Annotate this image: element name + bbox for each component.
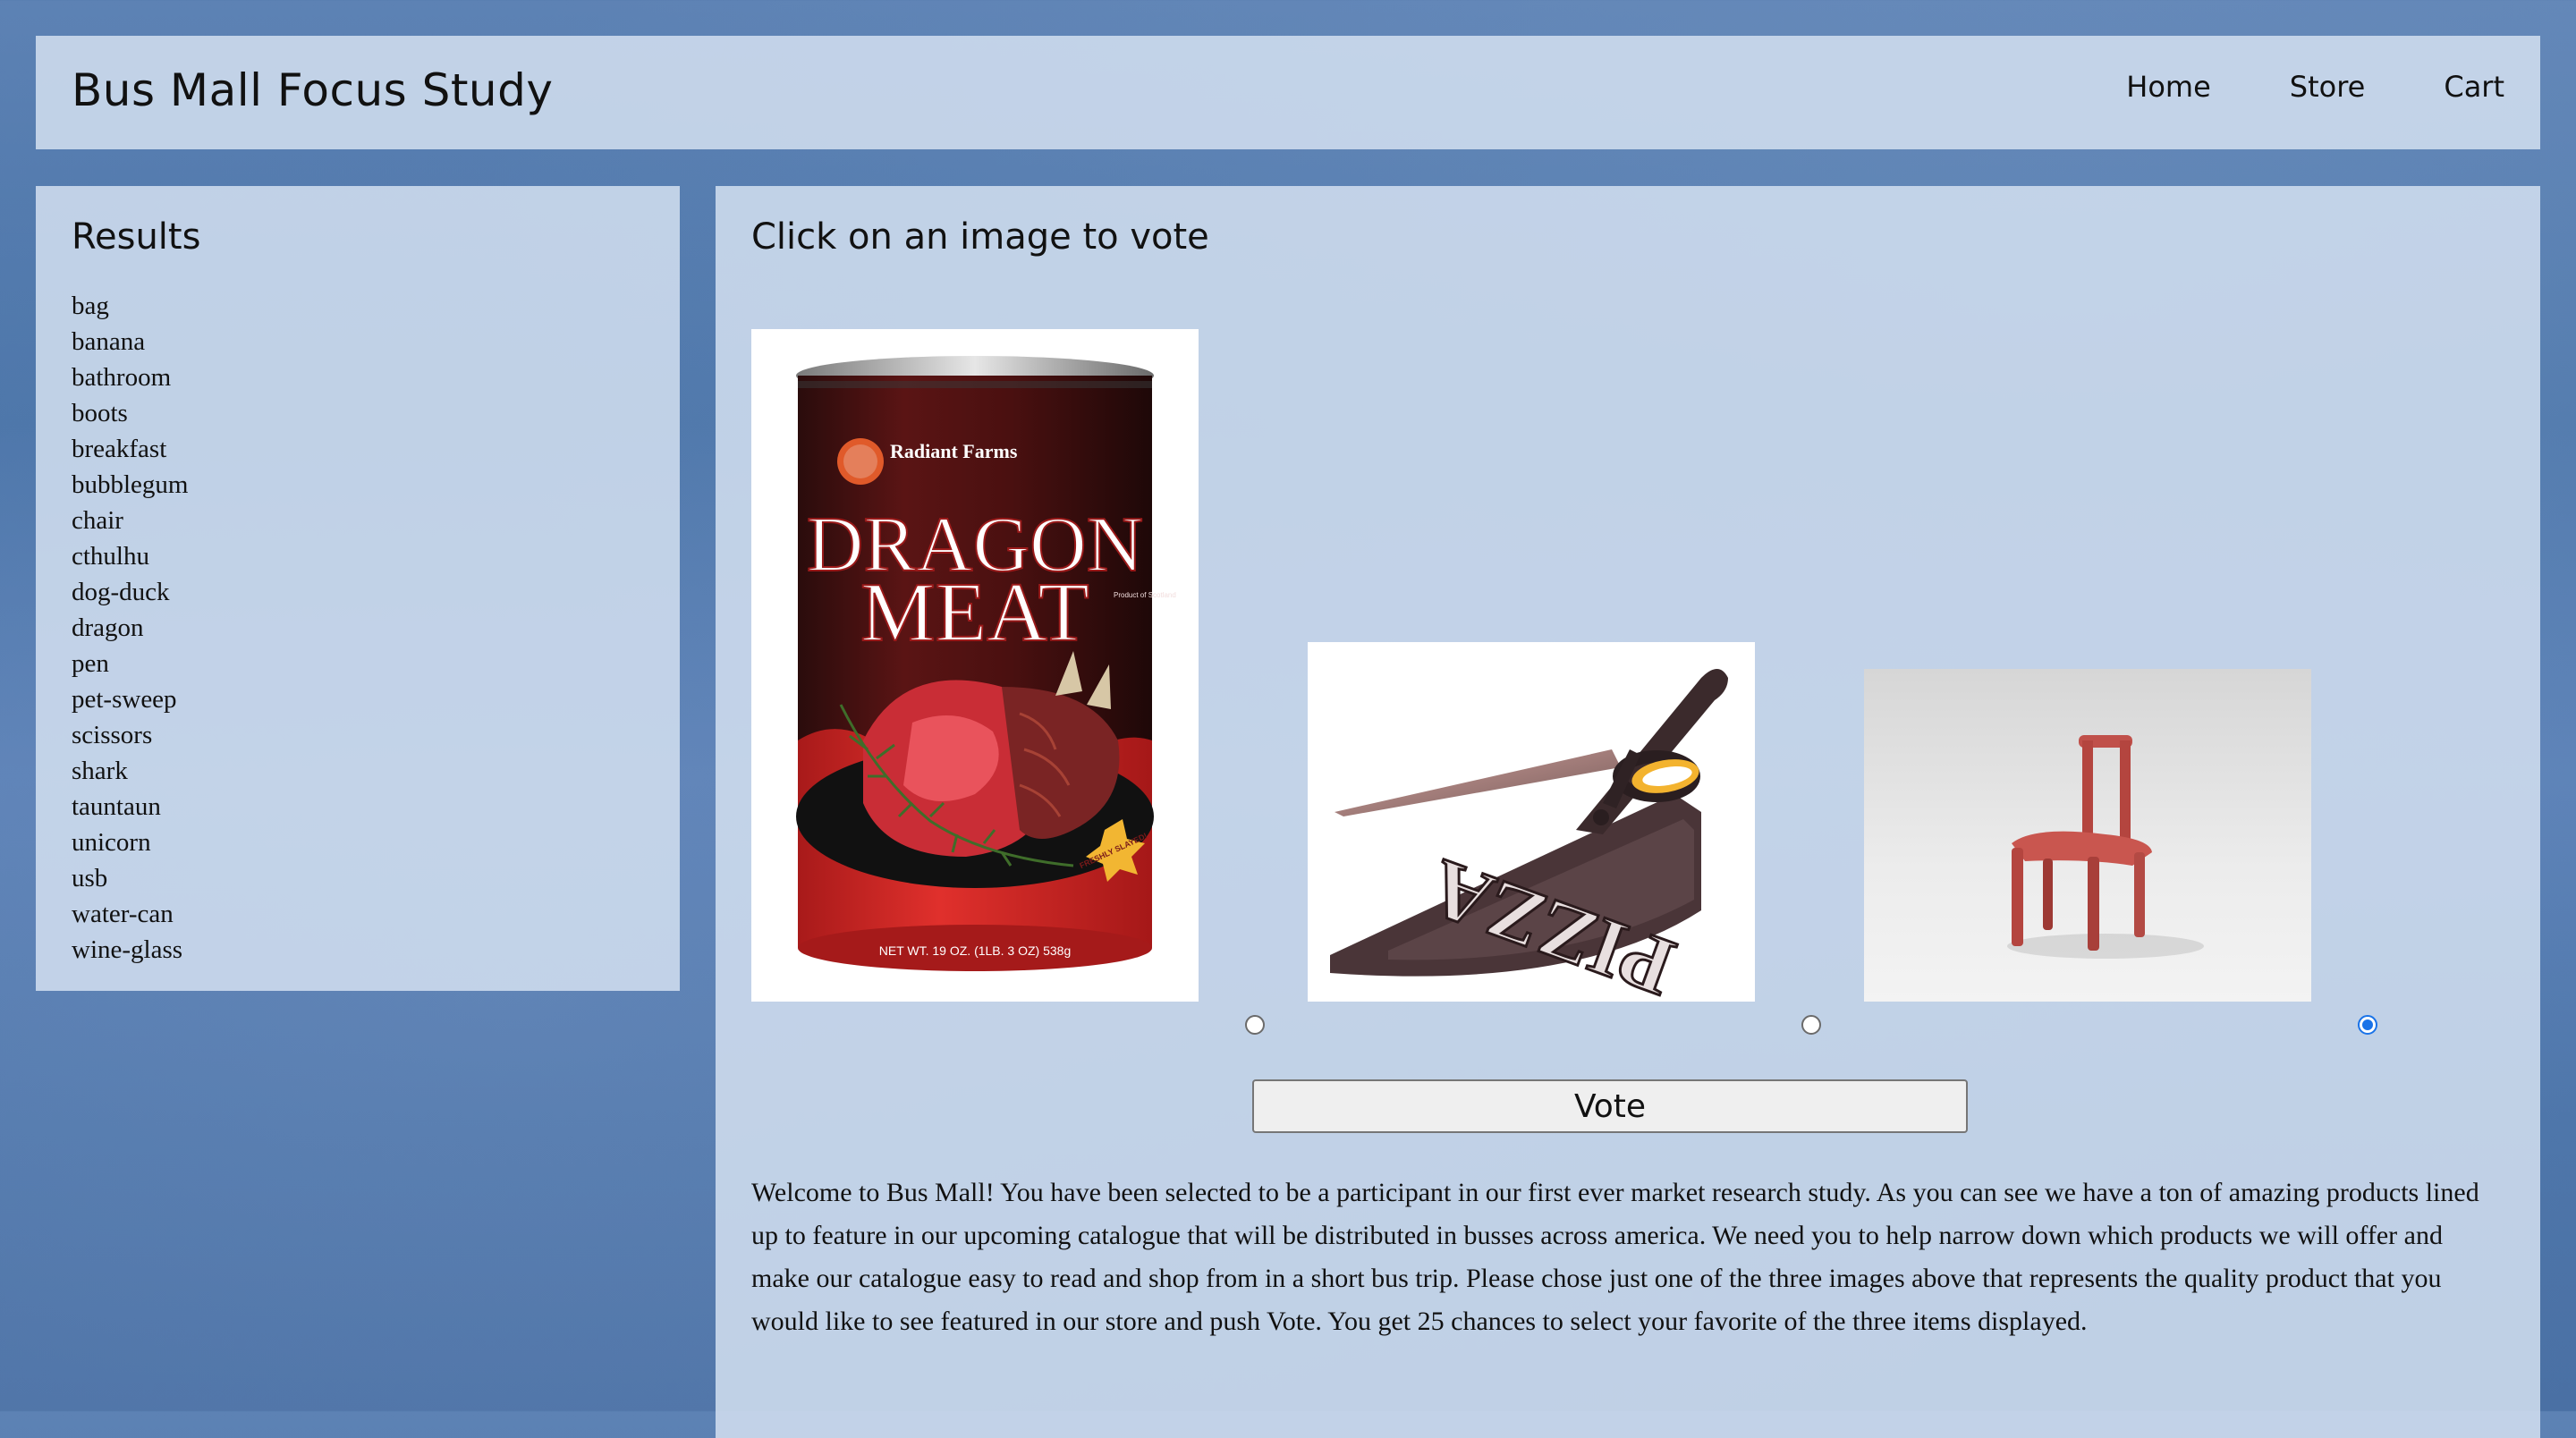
nav-home-link[interactable]: Home (2126, 70, 2211, 104)
result-item: unicorn (72, 828, 151, 857)
dragon-brand-text: Radiant Farms (890, 440, 1018, 462)
product-image-scissors[interactable]: PIZZA (1308, 642, 1755, 1002)
vote-radio-dragon[interactable] (1245, 1015, 1265, 1035)
main-nav: Home Store Cart (2126, 70, 2504, 104)
product-image-dragon[interactable]: Radiant Farms DRAGON MEAT Product of Sco… (751, 329, 1199, 1002)
result-item: shark (72, 757, 128, 785)
vote-button[interactable]: Vote (1252, 1079, 1968, 1133)
results-heading: Results (72, 216, 201, 258)
result-item: bathroom (72, 363, 172, 392)
result-item: pen (72, 649, 109, 678)
intro-paragraph: Welcome to Bus Mall! You have been selec… (751, 1178, 2479, 1336)
dragon-meat-can-image: Radiant Farms DRAGON MEAT Product of Sco… (796, 356, 1176, 971)
voting-panel: Click on an image to vote Radiant Farms … (716, 186, 2540, 1438)
vote-radio-chair[interactable] (2358, 1015, 2377, 1035)
results-panel: Results bag banana bathroom boots breakf… (36, 186, 680, 991)
site-header: Bus Mall Focus Study Home Store Cart (36, 36, 2540, 149)
result-item: bubblegum (72, 470, 189, 499)
pizza-scissors-image: PIZZA (1330, 669, 1728, 1002)
result-item: cthulhu (72, 542, 149, 571)
result-item: tauntaun (72, 792, 161, 821)
red-chair-image (2007, 735, 2204, 959)
result-item: chair (72, 506, 123, 535)
site-title: Bus Mall Focus Study (72, 64, 554, 116)
dragon-line2-text: MEAT (860, 566, 1089, 659)
result-item: water-can (72, 900, 174, 928)
result-item: usb (72, 864, 108, 892)
result-item: dog-duck (72, 578, 170, 606)
vote-radio-scissors[interactable] (1801, 1015, 1821, 1035)
result-item: pet-sweep (72, 685, 177, 714)
result-item: scissors (72, 721, 153, 749)
result-item: banana (72, 327, 146, 356)
result-item: bag (72, 292, 109, 320)
result-item: wine-glass (72, 935, 183, 964)
result-item: dragon (72, 613, 144, 642)
dragon-netwt-text: NET WT. 19 OZ. (1LB. 3 OZ) 538g (879, 943, 1071, 958)
nav-cart-link[interactable]: Cart (2444, 70, 2504, 104)
dragon-side-text: Product of Scotland (1114, 591, 1176, 599)
vote-heading: Click on an image to vote (751, 216, 1209, 258)
results-list: bag banana bathroom boots breakfast bubb… (72, 288, 189, 968)
nav-store-link[interactable]: Store (2290, 70, 2366, 104)
result-item: boots (72, 399, 128, 427)
product-image-chair[interactable] (1864, 669, 2311, 1002)
result-item: breakfast (72, 435, 167, 463)
